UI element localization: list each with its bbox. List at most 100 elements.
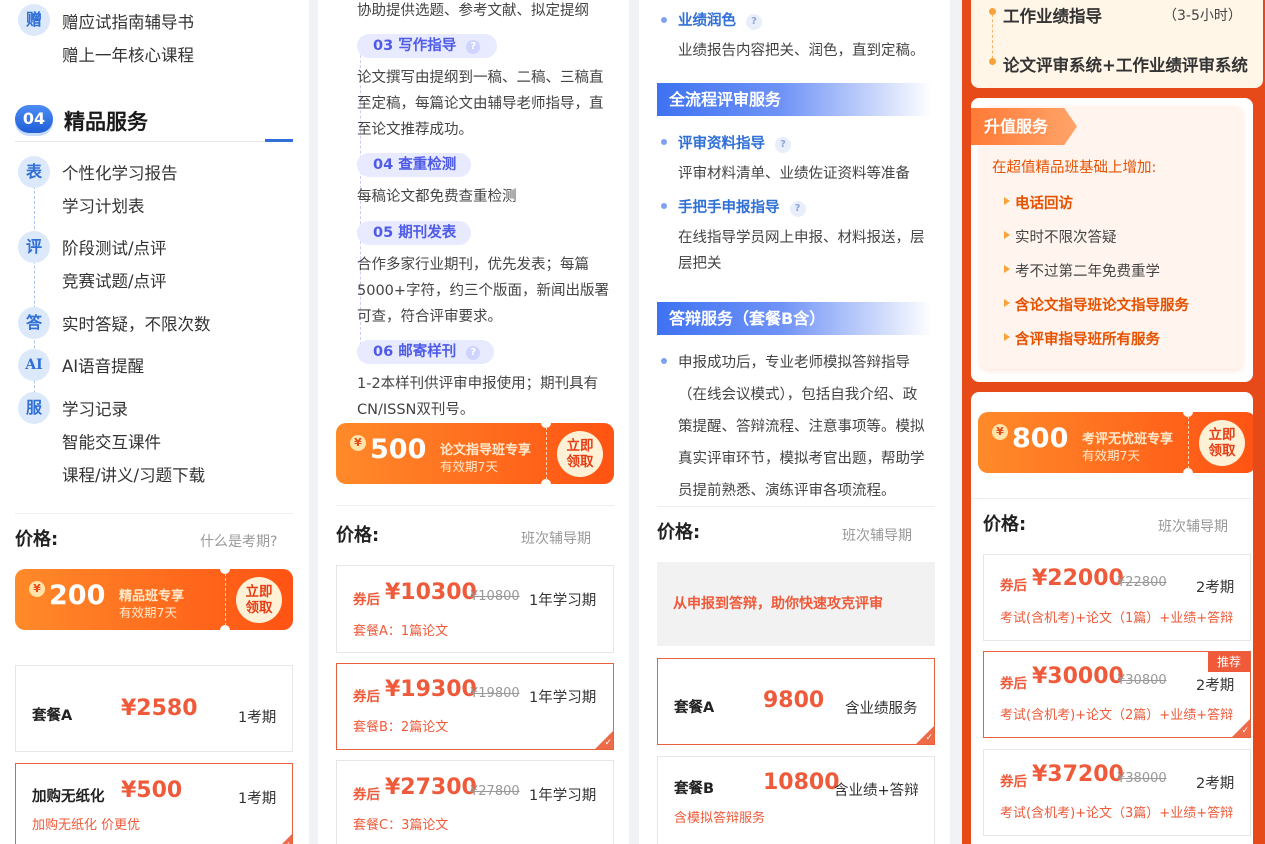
selected-check-icon: ✓ <box>916 726 934 744</box>
plan-period: 1考期 <box>238 710 277 726</box>
plan-card-a[interactable]: 套餐A 9800 含业绩服务 ✓ <box>657 658 935 745</box>
plan-period: 2考期 <box>1196 580 1235 596</box>
section-bar: 全流程评审服务 <box>657 83 932 116</box>
divider <box>971 498 1253 499</box>
step-badge: 04 查重检测 <box>357 153 471 177</box>
plan-card-b[interactable]: 券后 ¥19300 ¥19800 1年学习期 套餐B：2篇论文 ✓ <box>336 663 614 750</box>
help-icon[interactable]: ? <box>775 137 791 153</box>
plan-name: 套餐A <box>674 700 715 716</box>
coupon-card: ¥ 800 考评无忧班专享 有效期7天 立即 领取 <box>978 412 1253 473</box>
plan-price: ¥10300 <box>385 580 477 605</box>
plan-name: 套餐A <box>32 708 73 724</box>
feature-card: 工作业绩指导 （3-5小时） 论文评审系统+工作业绩评审系统 <box>971 0 1263 88</box>
step-text: 1-2本样刊供评审申报使用；期刊具有 CN/ISSN双刊号。 <box>357 376 599 418</box>
coupon-separator <box>225 573 226 626</box>
coupon-amount: 800 <box>1012 423 1069 454</box>
service-item: 个性化学习报告 <box>62 164 178 183</box>
plan-price: ¥30000 <box>1032 664 1124 689</box>
after-coupon-label: 券后 <box>353 787 380 803</box>
divider <box>15 513 293 514</box>
after-coupon-label: 券后 <box>1000 774 1027 790</box>
plan-card-a[interactable]: 套餐A ¥2580 1考期 <box>15 665 293 752</box>
step-text: 每稿论文都免费查重检测 <box>357 189 517 205</box>
coupon-validity: 有效期7天 <box>1082 448 1140 463</box>
gift-item: 赠应试指南辅导书 <box>62 13 194 32</box>
claim-coupon-button[interactable]: 立即 领取 <box>1199 420 1245 466</box>
plan-period: 1年学习期 <box>529 690 597 706</box>
upgrade-item: 电话回访 <box>1015 196 1073 212</box>
help-icon[interactable]: ? <box>466 346 481 360</box>
help-icon[interactable]: ? <box>789 201 806 217</box>
divider <box>657 506 935 507</box>
timeline-dot <box>989 8 996 15</box>
plan-card-b[interactable]: 套餐B 10800 含业绩+答辩 含模拟答辩服务 <box>657 756 935 844</box>
coupon-amount: 500 <box>370 434 427 465</box>
coupon-validity: 有效期7天 <box>440 459 498 474</box>
column-thesis-service: 协助提供选题、参考文献、拟定提纲 03 写作指导? 论文撰写由提纲到一稿、二稿、… <box>318 0 629 844</box>
price-note: 班次辅导期 <box>842 528 912 544</box>
plan-card-2[interactable]: 推荐 券后 ¥30000 ¥30800 2考期 考试(含机考)+论文（2篇）+业… <box>983 651 1251 738</box>
exam-period-link[interactable]: 什么是考期? <box>200 531 277 551</box>
original-price: ¥38000 <box>1117 771 1167 786</box>
plan-period: 2考期 <box>1196 776 1235 792</box>
plan-card-1[interactable]: 券后 ¥22000 ¥22800 2考期 考试(含机考)+论文（1篇）+业绩+答… <box>983 554 1251 641</box>
plan-subtitle: 考试(含机考)+论文（3篇）+业绩+答辩 <box>1000 806 1234 821</box>
plan-price: 10800 <box>763 770 840 795</box>
coupon-separator <box>546 427 547 480</box>
column-all-inclusive: 工作业绩指导 （3-5小时） 论文评审系统+工作业绩评审系统 升值服务 在超值精… <box>962 0 1265 844</box>
selected-check-icon: ✓ <box>1232 719 1250 737</box>
column-review-service: 业绩润色? 业绩报告内容把关、润色，直到定稿。 全流程评审服务 评审资料指导? … <box>639 0 950 844</box>
upgrade-item: 含评审指导班所有服务 <box>1015 332 1160 348</box>
ai-icon: AI <box>18 349 50 381</box>
plan-subtitle: 考试(含机考)+论文（2篇）+业绩+答辩 <box>1000 708 1234 723</box>
claim-coupon-button[interactable]: 立即 领取 <box>236 577 282 623</box>
plan-price: ¥22000 <box>1032 566 1124 591</box>
column-premium-service: 赠 赠应试指南辅导书 赠上一年核心课程 04 精品服务 表 个性化学习报告 学习… <box>0 0 309 844</box>
service-item: 阶段测试/点评 <box>62 239 167 258</box>
help-icon[interactable]: ? <box>746 14 762 30</box>
step-text: 合作多家行业期刊，优先发表；每篇 5000+字符，约三个版面，新闻出版署 可查，符合… <box>357 257 610 325</box>
gift-item: 赠上一年核心课程 <box>62 46 194 65</box>
plan-card-paperless[interactable]: 加购无纸化 ¥500 1考期 加购无纸化 价更优 ✓ <box>15 763 293 844</box>
after-coupon-label: 券后 <box>353 689 380 705</box>
original-price: ¥27800 <box>470 784 520 799</box>
service-item: AI语音提醒 <box>62 357 145 376</box>
claim-coupon-button[interactable]: 立即 领取 <box>557 431 603 477</box>
feature-item: 论文评审系统+工作业绩评审系统 <box>1003 56 1248 75</box>
plan-subtitle: 套餐A：1篇论文 <box>353 624 449 639</box>
original-price: ¥10800 <box>470 589 520 604</box>
price-label: 价格: <box>983 514 1027 535</box>
plan-subtitle: 考试(含机考)+论文（1篇）+业绩+答辩 <box>1000 611 1234 626</box>
after-coupon-label: 券后 <box>1000 578 1027 594</box>
selected-check-icon: ✓ <box>595 731 613 749</box>
plan-subtitle: 套餐B：2篇论文 <box>353 720 449 735</box>
step-text: 协助提供选题、参考文献、拟定提纲 <box>357 3 589 19</box>
report-icon: 表 <box>18 156 50 188</box>
coupon-card: ¥ 500 论文指导班专享 有效期7天 立即 领取 <box>336 423 614 484</box>
plan-card-a[interactable]: 券后 ¥10300 ¥10800 1年学习期 套餐A：1篇论文 <box>336 565 614 653</box>
plan-card-3[interactable]: 券后 ¥37200 ¥38000 2考期 考试(含机考)+论文（3篇）+业绩+答… <box>983 749 1251 836</box>
plan-card-c[interactable]: 券后 ¥27300 ¥27800 1年学习期 套餐C：3篇论文 <box>336 760 614 844</box>
after-coupon-label: 券后 <box>1000 676 1027 692</box>
yen-icon: ¥ <box>992 424 1008 440</box>
coupon-amount: 200 <box>49 580 106 611</box>
help-icon[interactable]: ? <box>466 40 481 54</box>
item-title: 评审资料指导? <box>678 132 791 153</box>
plan-price: ¥2580 <box>121 696 198 721</box>
price-label: 价格: <box>657 522 701 543</box>
price-note: 班次辅导期 <box>521 531 591 547</box>
service-item: 课程/讲义/习题下载 <box>62 466 206 485</box>
service-item: 学习记录 <box>62 400 128 419</box>
plan-period: 含业绩+答辩 <box>834 783 919 799</box>
item-text: 业绩报告内容把关、润色，直到定稿。 <box>678 43 925 59</box>
plan-period: 含业绩服务 <box>845 701 918 717</box>
plan-period: 1年学习期 <box>529 788 597 804</box>
original-price: ¥30800 <box>1117 673 1167 688</box>
step-text: 论文撰写由提纲到一稿、二稿、三稿直 至定稿，每篇论文由辅导老师指导，直 至论文推荐成… <box>357 70 604 138</box>
service-item: 实时答疑，不限次数 <box>62 315 211 334</box>
price-note: 班次辅导期 <box>1158 519 1228 535</box>
plan-subtitle: 套餐C：3篇论文 <box>353 818 449 833</box>
upgrade-card: 升值服务 在超值精品班基础上增加: 电话回访 实时不限次答疑 考不过第二年免费重… <box>971 98 1253 382</box>
upgrade-item: 考不过第二年免费重学 <box>1015 264 1160 280</box>
upgrade-item: 含论文指导班论文指导服务 <box>1015 298 1189 314</box>
